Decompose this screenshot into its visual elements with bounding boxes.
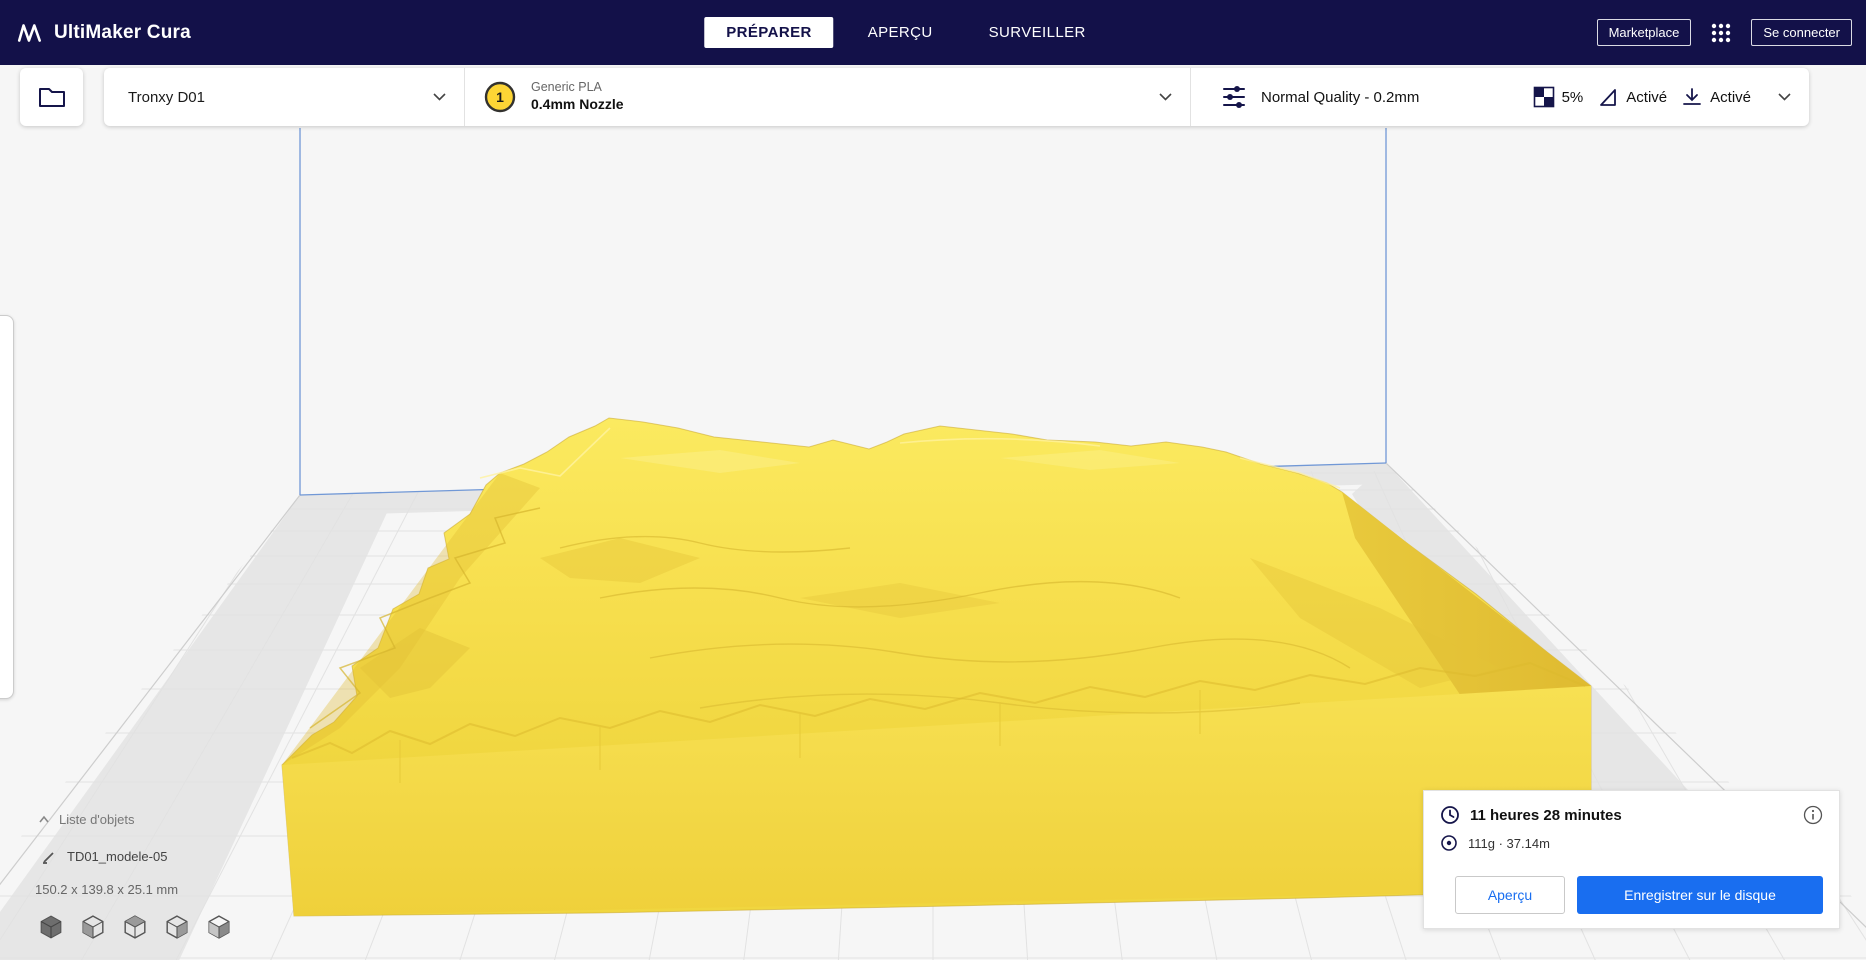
- adhesion-icon: [1683, 88, 1702, 105]
- top-bar: UltiMaker Cura PRÉPARER APERÇU SURVEILLE…: [0, 0, 1866, 65]
- info-icon[interactable]: [1803, 805, 1823, 825]
- object-list-toggle[interactable]: Liste d'objets: [38, 812, 134, 827]
- view-left-button[interactable]: [164, 915, 190, 941]
- object-list-item[interactable]: TD01_modele-05: [42, 849, 167, 864]
- support-icon: [1600, 89, 1617, 106]
- view-3d-button[interactable]: [38, 915, 64, 941]
- adhesion-value: Activé: [1710, 88, 1751, 106]
- print-settings-selector[interactable]: Normal Quality - 0.2mm 5% Activé Activé: [1190, 68, 1809, 126]
- object-list-label: Liste d'objets: [59, 812, 135, 827]
- spool-icon: [1441, 835, 1457, 851]
- view-right-button[interactable]: [206, 915, 232, 941]
- app-logo: UltiMaker Cura: [16, 0, 191, 65]
- tab-monitor[interactable]: SURVEILLER: [967, 17, 1108, 48]
- summary-actions: Aperçu Enregistrer sur le disque: [1440, 876, 1823, 914]
- material-labels: Generic PLA 0.4mm Nozzle: [531, 80, 624, 113]
- stage-tabs: PRÉPARER APERÇU SURVEILLER: [704, 0, 1107, 65]
- profile-label: Normal Quality - 0.2mm: [1261, 88, 1420, 106]
- tool-panel-collapsed[interactable]: [0, 315, 14, 699]
- build-volume-lines: [299, 128, 1387, 496]
- save-to-disk-button[interactable]: Enregistrer sur le disque: [1577, 876, 1823, 914]
- model-name: TD01_modele-05: [67, 849, 168, 864]
- print-summary-panel: 11 heures 28 minutes 111g · 37.14m Aperç…: [1423, 790, 1840, 929]
- apps-grid-icon[interactable]: [1709, 21, 1733, 45]
- extruder-1-badge: 1: [484, 81, 516, 113]
- printer-name: Tronxy D01: [128, 88, 205, 106]
- printer-selector[interactable]: Tronxy D01: [104, 68, 464, 126]
- tab-preview[interactable]: APERÇU: [846, 17, 955, 48]
- view-top-button[interactable]: [122, 915, 148, 941]
- model-dimensions: 150.2 x 139.8 x 25.1 mm: [35, 882, 179, 897]
- material-usage: 111g · 37.14m: [1468, 835, 1550, 851]
- chevron-down-icon: [433, 93, 446, 101]
- edit-pencil-icon: [43, 851, 54, 864]
- chevron-down-icon: [1159, 93, 1172, 101]
- sliders-icon: [1223, 86, 1245, 108]
- material-selector[interactable]: 1 Generic PLA 0.4mm Nozzle: [464, 68, 1190, 126]
- app-title: UltiMaker Cura: [54, 21, 191, 43]
- ultimaker-logo-icon: [17, 23, 41, 42]
- view-front-button[interactable]: [80, 915, 106, 941]
- print-time: 11 heures 28 minutes: [1470, 806, 1622, 824]
- open-file-button[interactable]: [20, 68, 83, 126]
- print-time-row: 11 heures 28 minutes: [1440, 805, 1823, 825]
- settings-summary: 5% Activé Activé: [1533, 86, 1765, 108]
- chevron-up-icon: [39, 815, 49, 822]
- preview-button[interactable]: Aperçu: [1455, 876, 1565, 914]
- folder-icon: [38, 88, 65, 107]
- material-usage-row: 111g · 37.14m: [1440, 834, 1823, 852]
- chevron-down-icon: [1778, 93, 1791, 101]
- viewport-3d[interactable]: Tronxy D01 1 Generic PLA 0.4mm Nozzle No…: [0, 65, 1866, 960]
- topbar-right: Marketplace Se connecter: [1596, 0, 1852, 65]
- camera-view-buttons: [38, 915, 232, 941]
- material-name: Generic PLA: [531, 80, 602, 95]
- configuration-bar: Tronxy D01 1 Generic PLA 0.4mm Nozzle No…: [104, 68, 1809, 126]
- clock-icon: [1441, 806, 1459, 824]
- support-value: Activé: [1626, 88, 1668, 106]
- infill-value: 5%: [1561, 88, 1584, 106]
- infill-icon: [1533, 86, 1554, 108]
- marketplace-button[interactable]: Marketplace: [1596, 19, 1692, 46]
- nozzle-size: 0.4mm Nozzle: [531, 96, 624, 113]
- sign-in-button[interactable]: Se connecter: [1751, 19, 1852, 46]
- tab-prepare[interactable]: PRÉPARER: [704, 17, 834, 48]
- svg-text:1: 1: [496, 89, 504, 105]
